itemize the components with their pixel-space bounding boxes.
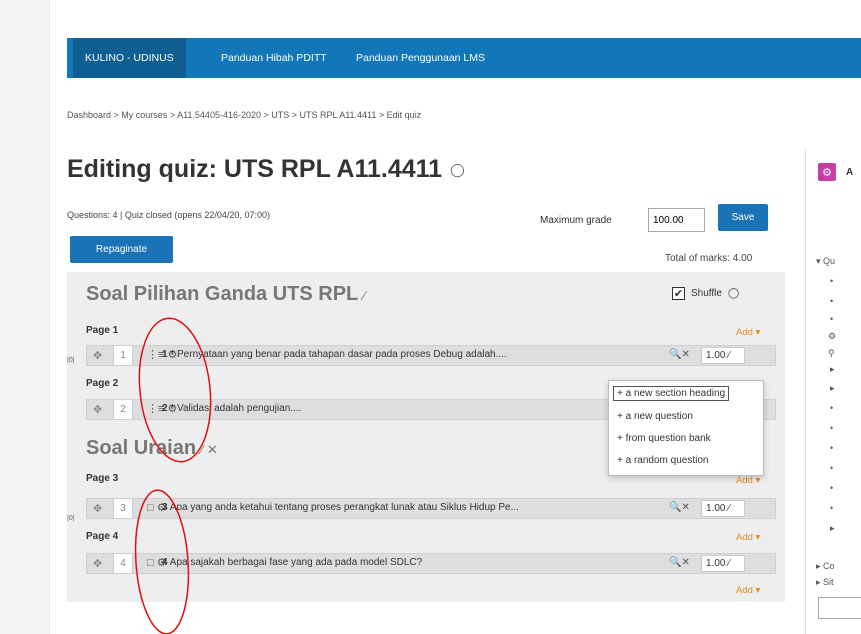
annotation-ellipse-1: [138, 317, 212, 463]
annotation-ellipse-2: [134, 489, 190, 634]
annotation-overlay: [134, 317, 212, 634]
